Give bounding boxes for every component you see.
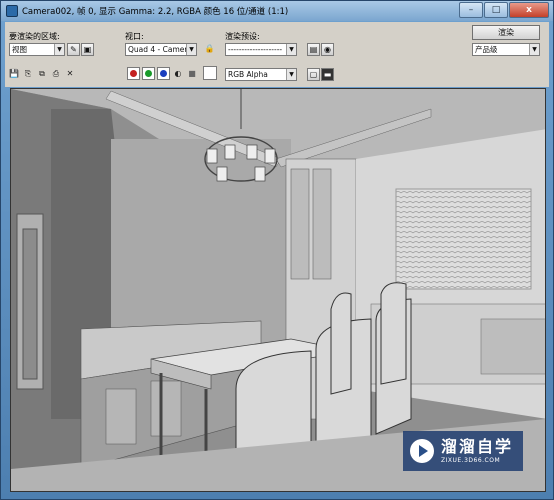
copy-image-icon[interactable]: ⎘ [23, 69, 33, 79]
green-channel-dot [145, 70, 152, 77]
area-dropdown[interactable]: 视图 ▼ [9, 43, 65, 56]
quality-dropdown-value: 产品级 [475, 45, 498, 54]
preset-dropdown[interactable]: -------------------- ▼ [225, 43, 297, 56]
clear-icon[interactable]: ✕ [65, 69, 75, 79]
blue-channel-dot [160, 70, 167, 77]
channel-dropdown[interactable]: RGB Alpha ▼ [225, 68, 297, 81]
chevron-down-icon: ▼ [186, 44, 196, 55]
green-channel-toggle[interactable] [142, 67, 155, 80]
edit-region-icon[interactable]: ✎ [67, 43, 80, 56]
window-title: Camera002, 帧 0, 显示 Gamma: 2.2, RGBA 颜色 1… [22, 7, 289, 17]
watermark-sub-text: ZIXUE.3D66.COM [441, 456, 501, 464]
save-image-icon[interactable]: 💾 [9, 69, 19, 79]
clone-window-icon[interactable]: ⧉ [37, 69, 47, 79]
viewport-dropdown-value: Quad 4 - Camera( [128, 45, 196, 54]
viewport-dropdown[interactable]: Quad 4 - Camera( ▼ [125, 43, 197, 56]
render-setup-icon[interactable]: ▤ [307, 43, 320, 56]
close-button[interactable]: x [509, 2, 549, 18]
title-bar[interactable]: Camera002, 帧 0, 显示 Gamma: 2.2, RGBA 颜色 1… [1, 1, 553, 21]
chevron-down-icon: ▼ [286, 69, 296, 80]
watermark-main-text: 溜溜自学 [441, 436, 514, 456]
chevron-down-icon: ▼ [286, 44, 296, 55]
environment-icon[interactable]: ◉ [321, 43, 334, 56]
monochrome-icon[interactable]: ■ [187, 69, 197, 79]
red-channel-toggle[interactable] [127, 67, 140, 80]
area-label: 要渲染的区域: [9, 32, 60, 41]
chevron-down-icon: ▼ [529, 44, 539, 55]
channel-dropdown-value: RGB Alpha [228, 70, 268, 79]
display-mode-icon[interactable]: ▬ [321, 68, 334, 81]
print-icon[interactable]: ⎙ [51, 69, 61, 79]
blue-channel-toggle[interactable] [157, 67, 170, 80]
preset-dropdown-value: -------------------- [228, 45, 283, 54]
render-frame-window: Camera002, 帧 0, 显示 Gamma: 2.2, RGBA 颜色 1… [0, 0, 554, 500]
maximize-button[interactable]: □ [484, 2, 508, 18]
auto-region-icon[interactable]: ▣ [81, 43, 94, 56]
viewport-label: 视口: [125, 32, 144, 41]
minimize-button[interactable]: – [459, 2, 483, 18]
render-settings-panel: 要渲染的区域: 视图 ▼ ✎ ▣ 视口: Quad 4 - Camera( ▼ … [5, 22, 549, 87]
window-controls: – □ x [459, 2, 549, 18]
background-color-swatch[interactable] [203, 66, 217, 80]
rendered-image-viewport[interactable]: 溜溜自学 ZIXUE.3D66.COM [10, 88, 546, 492]
red-channel-dot [130, 70, 137, 77]
quality-dropdown[interactable]: 产品级 ▼ [472, 43, 540, 56]
alpha-channel-icon[interactable]: ◐ [173, 69, 183, 79]
preset-label: 渲染预设: [225, 32, 260, 41]
lock-icon[interactable]: 🔒 [203, 43, 216, 56]
play-logo-icon [410, 439, 434, 463]
area-dropdown-value: 视图 [12, 45, 27, 54]
render-button[interactable]: 渲染 [472, 25, 540, 40]
teapot-icon [6, 5, 18, 17]
chevron-down-icon: ▼ [54, 44, 64, 55]
toggle-toolbar-icon[interactable]: ▢ [307, 68, 320, 81]
watermark-logo: 溜溜自学 ZIXUE.3D66.COM [403, 431, 523, 471]
